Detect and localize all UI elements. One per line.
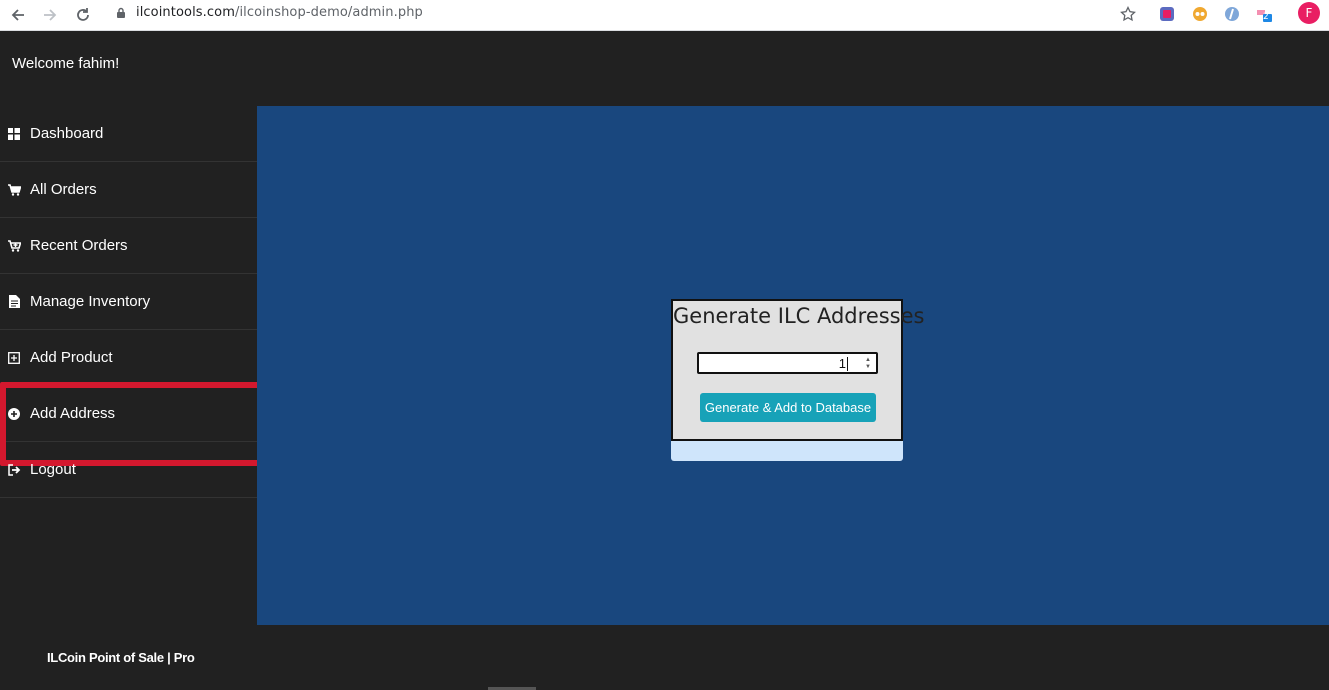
- panel-title: Generate ILC Addresses: [673, 304, 925, 328]
- spin-up-icon[interactable]: ▲: [865, 357, 871, 364]
- main-content: Generate ILC Addresses 1 ▲ ▼ Generate & …: [257, 106, 1329, 625]
- forward-arrow-icon[interactable]: [38, 3, 62, 27]
- sidebar-item-add-address[interactable]: Add Address: [0, 382, 263, 466]
- sidebar-item-all-orders[interactable]: All Orders: [0, 162, 257, 218]
- lock-icon: [116, 7, 126, 19]
- reload-icon[interactable]: [71, 3, 95, 27]
- address-count-value: 1: [838, 356, 846, 371]
- file-icon: [7, 295, 21, 309]
- extension-icon-1[interactable]: [1157, 4, 1177, 24]
- address-bar[interactable]: ilcointools.com/ilcoinshop-demo/admin.ph…: [104, 0, 1148, 25]
- sidebar-item-manage-inventory[interactable]: Manage Inventory: [0, 274, 257, 330]
- sidebar-item-dashboard[interactable]: Dashboard: [0, 106, 257, 162]
- plus-circle-icon: [7, 407, 21, 421]
- sidebar-item-label: Manage Inventory: [30, 293, 151, 310]
- sidebar-item-label: All Orders: [30, 181, 97, 198]
- extension-icon-2[interactable]: [1190, 4, 1210, 24]
- welcome-text: Welcome fahim!: [12, 55, 120, 72]
- generate-address-panel: Generate ILC Addresses 1 ▲ ▼ Generate & …: [671, 299, 925, 441]
- sidebar-item-label: Logout: [30, 461, 76, 478]
- url-text: ilcointools.com/ilcoinshop-demo/admin.ph…: [136, 5, 423, 20]
- bookmark-star-icon[interactable]: [1118, 4, 1138, 24]
- extension-icon-4[interactable]: 2: [1254, 4, 1274, 24]
- plus-square-icon: [7, 351, 21, 365]
- profile-avatar[interactable]: F: [1298, 2, 1320, 24]
- url-path: /ilcoinshop-demo/admin.php: [234, 5, 423, 20]
- cart-plus-icon: [7, 239, 21, 253]
- sidebar: Dashboard All Orders Recent Orders Manag…: [0, 106, 263, 498]
- sidebar-item-label: Add Product: [30, 349, 113, 366]
- address-count-input[interactable]: 1 ▲ ▼: [697, 352, 878, 374]
- browser-toolbar: ilcointools.com/ilcoinshop-demo/admin.ph…: [0, 0, 1329, 31]
- spin-down-icon[interactable]: ▼: [865, 364, 871, 371]
- url-host: ilcointools.com: [136, 5, 235, 20]
- cart-icon: [7, 183, 21, 197]
- sidebar-item-recent-orders[interactable]: Recent Orders: [0, 218, 257, 274]
- generate-add-button[interactable]: Generate & Add to Database: [700, 393, 876, 422]
- dashboard-icon: [7, 127, 21, 141]
- panel-status-bar: [671, 441, 903, 461]
- extension-badge: 2: [1263, 12, 1269, 22]
- sidebar-item-logout[interactable]: Logout: [0, 442, 257, 498]
- number-spinner[interactable]: ▲ ▼: [862, 355, 874, 372]
- sidebar-item-label: Recent Orders: [30, 237, 128, 254]
- sidebar-item-add-product[interactable]: Add Product: [0, 330, 257, 386]
- back-arrow-icon[interactable]: [6, 3, 30, 27]
- text-caret: [847, 357, 848, 371]
- sidebar-item-label: Add Address: [30, 405, 116, 422]
- sign-out-icon: [7, 463, 21, 477]
- extension-icon-3[interactable]: [1222, 4, 1242, 24]
- sidebar-item-label: Dashboard: [30, 125, 104, 142]
- footer-brand: ILCoin Point of Sale | Pro: [47, 650, 195, 665]
